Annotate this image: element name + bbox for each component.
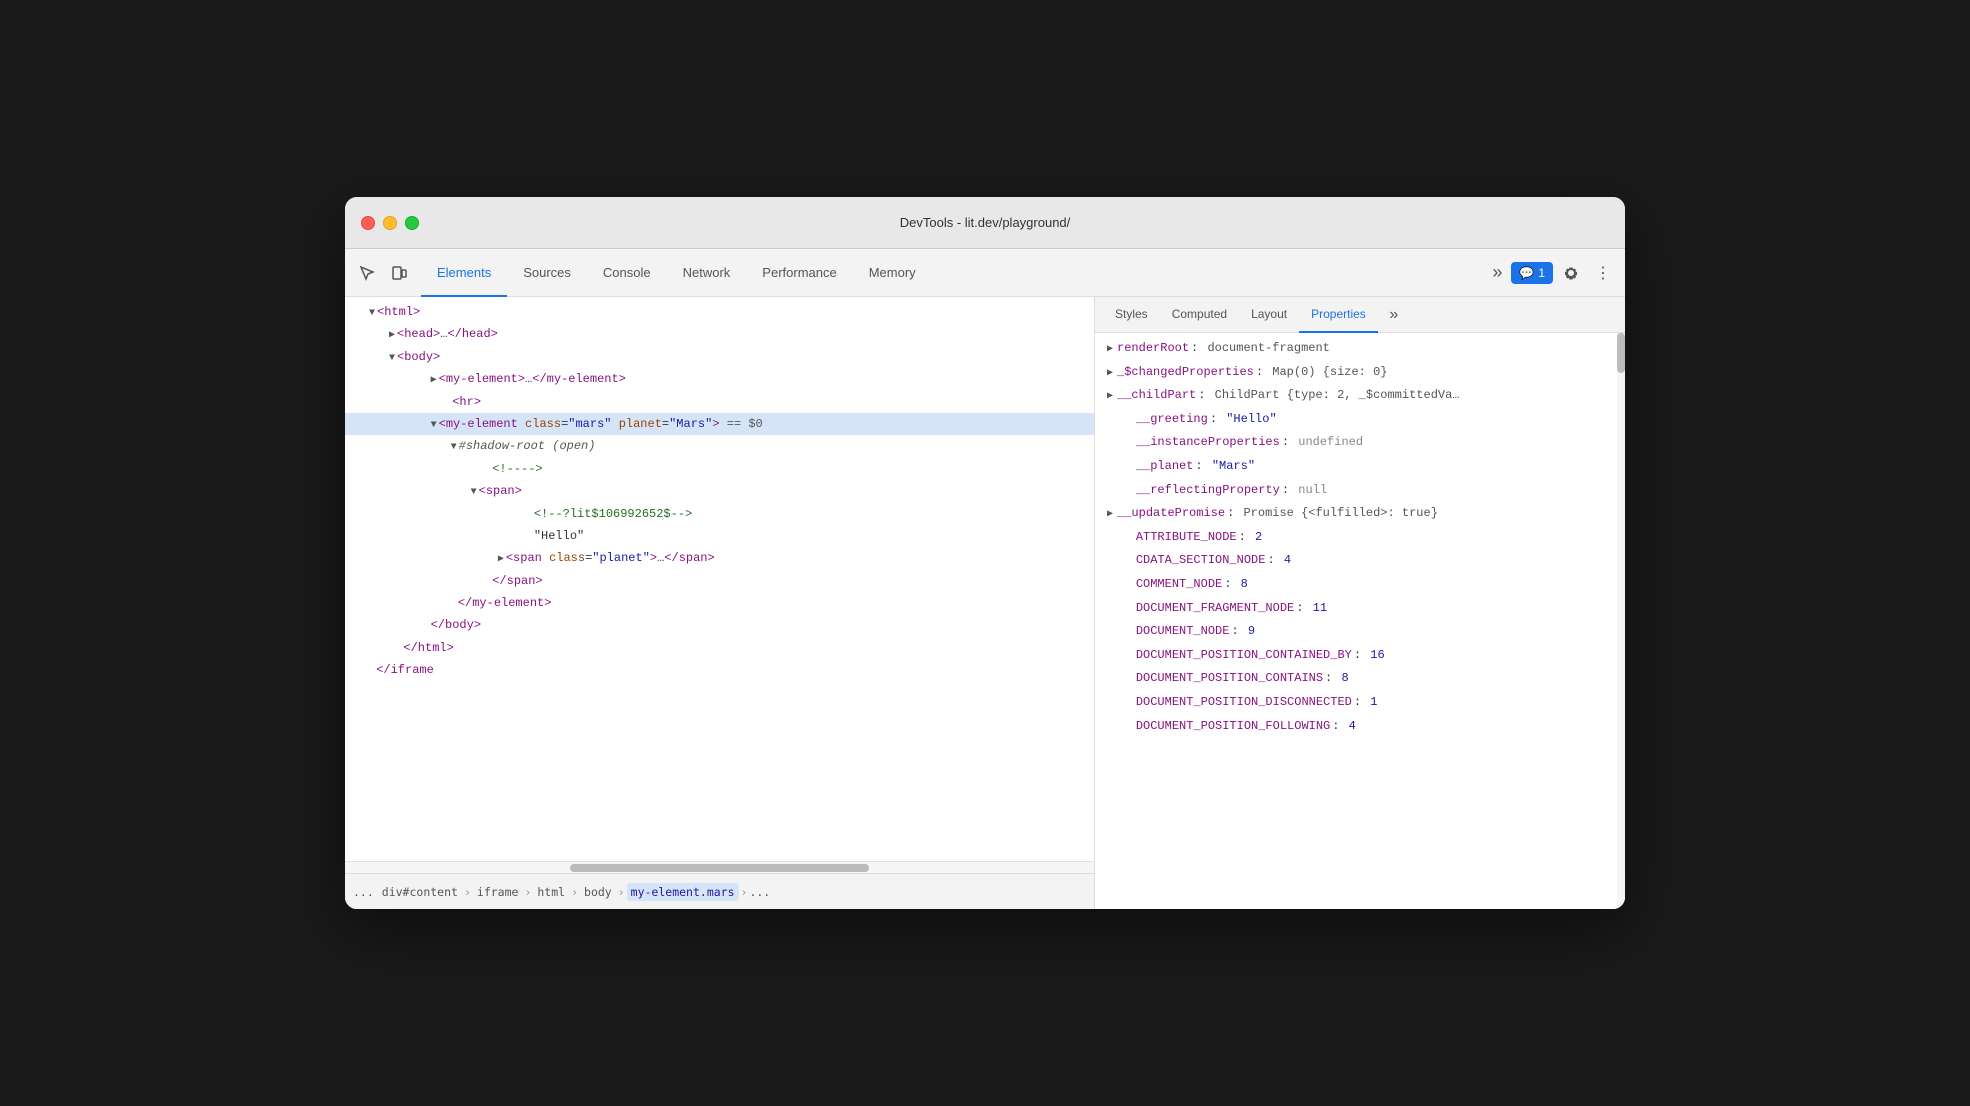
tab-elements[interactable]: Elements bbox=[421, 249, 507, 297]
badge-icon: 💬 bbox=[1519, 266, 1534, 280]
settings-button[interactable] bbox=[1557, 259, 1585, 287]
breadcrumb: ... div#content › iframe › html › body ›… bbox=[345, 873, 1094, 909]
prop-changed-props[interactable]: ▶_$changedProperties: Map(0) {size: 0} bbox=[1095, 361, 1625, 385]
breadcrumb-item-div[interactable]: div#content bbox=[378, 883, 462, 901]
inspect-element-button[interactable] bbox=[353, 259, 381, 287]
dom-node-iframe-close[interactable]: </iframe bbox=[345, 659, 1094, 681]
triangle-icon[interactable]: ▼ bbox=[369, 308, 375, 319]
maximize-button[interactable] bbox=[405, 216, 419, 230]
dom-node-comment-1[interactable]: <!----> bbox=[345, 458, 1094, 480]
panel-tab-styles[interactable]: Styles bbox=[1103, 297, 1160, 333]
badge-count: 1 bbox=[1538, 266, 1545, 280]
dom-node-body-close[interactable]: </body> bbox=[345, 614, 1094, 636]
prop-planet[interactable]: __planet: "Mars" bbox=[1095, 455, 1625, 479]
dom-node-html[interactable]: ▼<html> bbox=[345, 301, 1094, 323]
dom-node-my-element-1[interactable]: ▶<my-element>…</my-element> bbox=[345, 368, 1094, 390]
tabs-right-actions: 💬 1 ⋮ bbox=[1511, 259, 1617, 287]
triangle-icon[interactable]: ▼ bbox=[471, 487, 477, 498]
prop-instance-properties[interactable]: __instanceProperties: undefined bbox=[1095, 431, 1625, 455]
prop-doc-position-disconnected[interactable]: DOCUMENT_POSITION_DISCONNECTED: 1 bbox=[1095, 691, 1625, 715]
prop-reflecting-property[interactable]: __reflectingProperty: null bbox=[1095, 479, 1625, 503]
devtools: Elements Sources Console Network Perform… bbox=[345, 249, 1625, 909]
close-button[interactable] bbox=[361, 216, 375, 230]
device-toggle-button[interactable] bbox=[385, 259, 413, 287]
prop-doc-position-contains[interactable]: DOCUMENT_POSITION_CONTAINS: 8 bbox=[1095, 667, 1625, 691]
triangle-icon[interactable]: ▶ bbox=[431, 375, 437, 386]
dom-node-my-element-close[interactable]: </my-element> bbox=[345, 592, 1094, 614]
breadcrumb-item-iframe[interactable]: iframe bbox=[473, 883, 523, 901]
panel-tab-computed[interactable]: Computed bbox=[1160, 297, 1239, 333]
prop-render-root[interactable]: ▶renderRoot: document-fragment bbox=[1095, 337, 1625, 361]
prop-child-part[interactable]: ▶__childPart: ChildPart {type: 2, _$comm… bbox=[1095, 384, 1625, 408]
dom-node-span-close[interactable]: </span> bbox=[345, 570, 1094, 592]
breadcrumb-item-html[interactable]: html bbox=[533, 883, 569, 901]
dom-node-lit-comment[interactable]: <!--?lit$106992652$--> bbox=[345, 503, 1094, 525]
properties-panel: Styles Computed Layout Properties » ▶ren… bbox=[1095, 297, 1625, 909]
expand-icon[interactable]: ▶ bbox=[1107, 388, 1113, 406]
more-options-button[interactable]: ⋮ bbox=[1589, 259, 1617, 287]
triangle-icon[interactable]: ▼ bbox=[389, 353, 395, 364]
traffic-lights bbox=[361, 216, 419, 230]
properties-content[interactable]: ▶renderRoot: document-fragment ▶_$change… bbox=[1095, 333, 1625, 909]
tab-sources[interactable]: Sources bbox=[507, 249, 587, 297]
main-tabs: Elements Sources Console Network Perform… bbox=[421, 249, 1479, 296]
dom-node-body[interactable]: ▼<body> bbox=[345, 346, 1094, 368]
panel-tab-layout[interactable]: Layout bbox=[1239, 297, 1299, 333]
window-title: DevTools - lit.dev/playground/ bbox=[900, 215, 1071, 230]
triangle-icon[interactable]: ▶ bbox=[389, 330, 395, 341]
tabs-bar: Elements Sources Console Network Perform… bbox=[345, 249, 1625, 297]
triangle-icon[interactable]: ▼ bbox=[431, 420, 437, 431]
horizontal-scrollbar[interactable] bbox=[345, 861, 1094, 873]
browser-window: DevTools - lit.dev/playground/ E bbox=[345, 197, 1625, 909]
dom-node-html-close[interactable]: </html> bbox=[345, 637, 1094, 659]
prop-doc-position-contained-by[interactable]: DOCUMENT_POSITION_CONTAINED_BY: 16 bbox=[1095, 644, 1625, 668]
tab-icons bbox=[353, 259, 413, 287]
scrollbar-thumb[interactable] bbox=[1617, 333, 1625, 373]
main-content: ▼<html> ▶<head>…</head> ▼<body> ▶<my-ele… bbox=[345, 297, 1625, 909]
prop-document-fragment-node[interactable]: DOCUMENT_FRAGMENT_NODE: 11 bbox=[1095, 597, 1625, 621]
panel-tabs-more-button[interactable]: » bbox=[1382, 303, 1406, 327]
breadcrumb-item-my-element[interactable]: my-element.mars bbox=[627, 883, 739, 901]
tabs-more-button[interactable]: » bbox=[1483, 259, 1511, 287]
titlebar: DevTools - lit.dev/playground/ bbox=[345, 197, 1625, 249]
issues-badge-button[interactable]: 💬 1 bbox=[1511, 262, 1553, 284]
prop-greeting[interactable]: __greeting: "Hello" bbox=[1095, 408, 1625, 432]
elements-panel: ▼<html> ▶<head>…</head> ▼<body> ▶<my-ele… bbox=[345, 297, 1095, 909]
prop-doc-position-following[interactable]: DOCUMENT_POSITION_FOLLOWING: 4 bbox=[1095, 715, 1625, 739]
dom-node-span-planet[interactable]: ▶<span class="planet">…</span> bbox=[345, 547, 1094, 569]
prop-document-node[interactable]: DOCUMENT_NODE: 9 bbox=[1095, 620, 1625, 644]
dom-node-my-element-selected[interactable]: ▼<my-element class="mars" planet="Mars">… bbox=[345, 413, 1094, 435]
breadcrumb-more[interactable]: ... bbox=[353, 885, 374, 899]
prop-comment-node[interactable]: COMMENT_NODE: 8 bbox=[1095, 573, 1625, 597]
panel-tabs: Styles Computed Layout Properties » bbox=[1095, 297, 1625, 333]
tab-console[interactable]: Console bbox=[587, 249, 667, 297]
scrollbar-thumb[interactable] bbox=[570, 864, 870, 872]
dom-node-head[interactable]: ▶<head>…</head> bbox=[345, 323, 1094, 345]
dom-tree[interactable]: ▼<html> ▶<head>…</head> ▼<body> ▶<my-ele… bbox=[345, 297, 1094, 861]
expand-icon[interactable]: ▶ bbox=[1107, 365, 1113, 383]
breadcrumb-item-body[interactable]: body bbox=[580, 883, 616, 901]
scrollbar-track[interactable] bbox=[1617, 333, 1625, 909]
dom-node-shadow-root[interactable]: ▼#shadow-root (open) bbox=[345, 435, 1094, 457]
tab-performance[interactable]: Performance bbox=[746, 249, 852, 297]
panel-tab-properties[interactable]: Properties bbox=[1299, 297, 1378, 333]
triangle-icon[interactable]: ▼ bbox=[451, 442, 457, 453]
expand-icon[interactable]: ▶ bbox=[1107, 341, 1113, 359]
prop-update-promise[interactable]: ▶__updatePromise: Promise {<fulfilled>: … bbox=[1095, 502, 1625, 526]
prop-attribute-node[interactable]: ATTRIBUTE_NODE: 2 bbox=[1095, 526, 1625, 550]
dom-node-span[interactable]: ▼<span> bbox=[345, 480, 1094, 502]
tab-network[interactable]: Network bbox=[667, 249, 747, 297]
tab-memory[interactable]: Memory bbox=[853, 249, 932, 297]
breadcrumb-more-end[interactable]: ... bbox=[749, 885, 770, 899]
expand-icon[interactable]: ▶ bbox=[1107, 506, 1113, 524]
triangle-icon[interactable]: ▶ bbox=[498, 554, 504, 565]
dom-node-hr[interactable]: <hr> bbox=[345, 391, 1094, 413]
prop-cdata-section-node[interactable]: CDATA_SECTION_NODE: 4 bbox=[1095, 549, 1625, 573]
minimize-button[interactable] bbox=[383, 216, 397, 230]
dom-node-hello-text[interactable]: "Hello" bbox=[345, 525, 1094, 547]
